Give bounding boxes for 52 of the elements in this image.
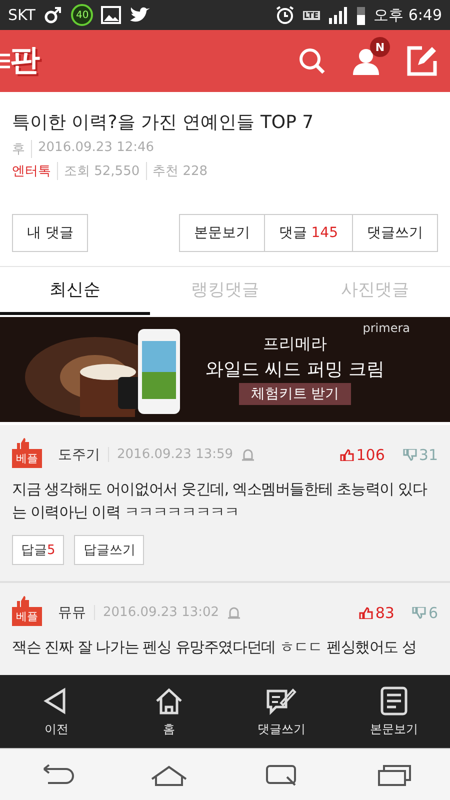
comment-author: 뮤뮤	[58, 604, 86, 622]
article-action-button[interactable]: 댓글쓰기	[353, 214, 438, 252]
bell-icon	[241, 448, 256, 462]
banner-headline: 프리메라	[263, 334, 327, 355]
app-logo[interactable]: 판	[10, 46, 40, 76]
comment-author: 도주기	[58, 446, 100, 464]
carrier-name: SKT	[8, 6, 36, 24]
bell-icon	[227, 606, 242, 620]
like-count: 106	[356, 446, 385, 464]
level-badge: 40	[71, 4, 94, 26]
thumbs-down-icon[interactable]	[402, 448, 417, 460]
comment-date: 2016.09.23 13:02	[94, 605, 220, 620]
article-action-button[interactable]: 본문보기	[178, 214, 265, 252]
image-icon	[101, 6, 122, 24]
network-type: LTE	[302, 10, 320, 20]
post-date: 2016.09.23 12:46	[31, 140, 154, 158]
dislike-count: 6	[428, 604, 438, 622]
view-count: 조회 52,550	[57, 162, 140, 180]
thumbs-down-icon[interactable]	[412, 606, 426, 618]
thumbs-up-icon	[16, 595, 30, 607]
dislike-count: 31	[418, 446, 438, 464]
notification-badge: N	[370, 37, 390, 57]
comment-text: 지금 생각해도 어이없어서 웃긴데, 엑소멤버들한테 초능력이 있다는 이력아닌 이력 ㅋㅋㅋㅋㅋㅋㅋㅋ	[12, 479, 428, 522]
bottom-nav-button[interactable]: 본문보기	[338, 675, 450, 748]
search-icon[interactable]	[298, 47, 326, 75]
banner-product-name: 와일드 씨드 퍼밍 크림	[205, 358, 385, 381]
like-count: 83	[375, 604, 394, 622]
article-action-button[interactable]: 댓글 145	[264, 214, 353, 252]
recommend-count: 추천 228	[146, 162, 208, 180]
comment-date: 2016.09.23 13:59	[108, 447, 234, 462]
my-comments-button[interactable]: 내 댓글	[12, 214, 88, 252]
bottom-nav-button[interactable]: 댓글쓰기	[225, 675, 338, 748]
clock-time: 오후 6:49	[374, 6, 442, 24]
write-reply-button[interactable]: 답글쓰기	[74, 535, 144, 565]
bottom-nav-button[interactable]: 이전	[0, 675, 112, 748]
comment-text: 잭슨 진짜 잘 나가는 펜싱 유망주였다던데 ㅎㄷㄷ 펜싱했어도 성	[12, 637, 418, 658]
thumbs-up-icon[interactable]	[340, 448, 354, 460]
bottom-nav-button[interactable]: 홈	[112, 675, 225, 748]
signal-icon	[328, 6, 348, 24]
compose-icon[interactable]	[406, 45, 438, 77]
battery-icon	[356, 5, 366, 25]
category-link[interactable]: 엔터톡	[12, 162, 51, 180]
menu-icon	[0, 53, 10, 69]
male-symbol-icon	[43, 5, 64, 25]
brand-name: primera	[362, 321, 410, 335]
replies-button[interactable]: 답글5	[12, 535, 64, 565]
banner-cta-button[interactable]: 체험키트 받기	[238, 383, 352, 405]
alarm-clock-icon	[274, 5, 295, 25]
thumbs-up-icon[interactable]	[359, 606, 374, 618]
thumbs-up-icon	[16, 437, 30, 449]
article-title: 특이한 이력?을 가진 연예인들 TOP 7	[12, 111, 315, 134]
author-name: 후	[12, 141, 25, 158]
